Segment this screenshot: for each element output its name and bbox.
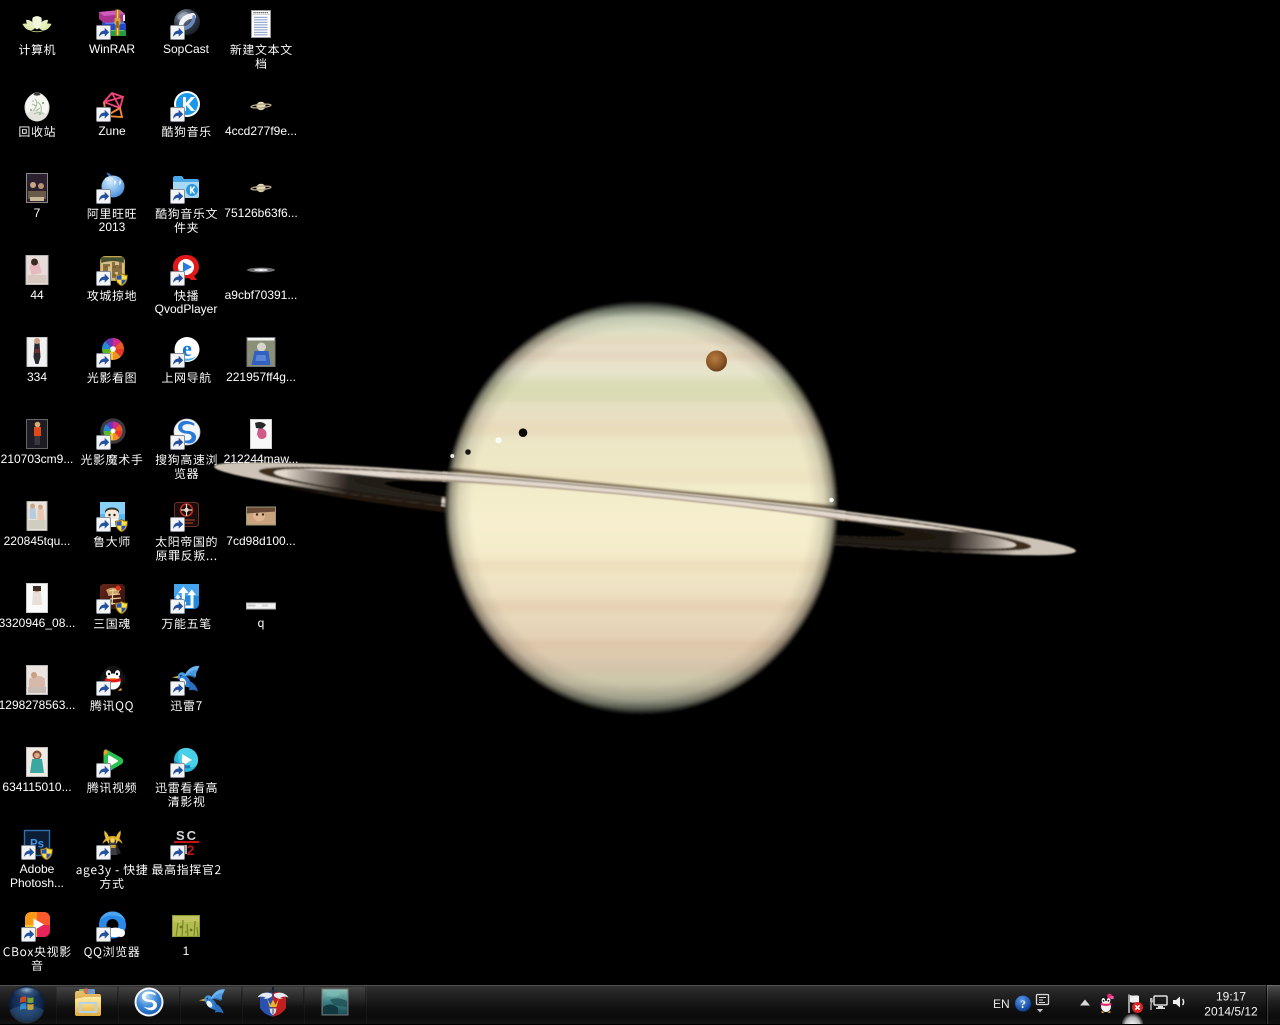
- svg-text:SC: SC: [176, 828, 198, 843]
- svg-text:?: ?: [1020, 999, 1026, 1011]
- svg-text:19:17: 19:17: [1216, 990, 1246, 1004]
- svg-text:2014/5/12: 2014/5/12: [1204, 1005, 1258, 1019]
- svg-text:EN: EN: [993, 997, 1010, 1011]
- svg-text:2: 2: [187, 842, 195, 858]
